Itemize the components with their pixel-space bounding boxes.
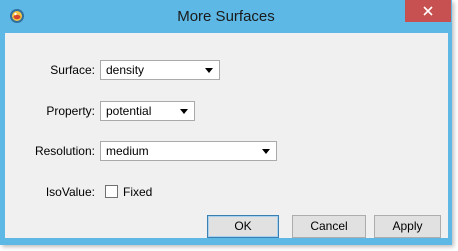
resolution-select-value: medium bbox=[106, 144, 149, 158]
apply-button[interactable]: Apply bbox=[374, 215, 441, 238]
dialog-body: Surface: density Property: potential Res… bbox=[5, 33, 448, 238]
title-bar[interactable]: More Surfaces bbox=[0, 0, 452, 33]
close-icon bbox=[423, 6, 433, 16]
ok-button[interactable]: OK bbox=[207, 215, 279, 238]
chevron-down-icon bbox=[205, 68, 213, 73]
chevron-down-icon bbox=[180, 109, 188, 114]
close-button[interactable] bbox=[405, 0, 451, 22]
fixed-checkbox-label[interactable]: Fixed bbox=[123, 184, 152, 200]
property-select-value: potential bbox=[106, 104, 152, 118]
fixed-checkbox[interactable] bbox=[105, 185, 118, 198]
chevron-down-icon bbox=[262, 149, 270, 154]
resolution-label: Resolution: bbox=[34, 144, 95, 158]
more-surfaces-dialog: More Surfaces Surface: density Property:… bbox=[0, 0, 452, 245]
surface-select-value: density bbox=[106, 63, 145, 77]
surface-label: Surface: bbox=[50, 63, 95, 77]
isovalue-label: IsoValue: bbox=[45, 185, 95, 199]
cancel-button[interactable]: Cancel bbox=[292, 215, 366, 238]
resolution-select[interactable]: medium bbox=[100, 141, 277, 161]
window-title: More Surfaces bbox=[177, 8, 275, 25]
property-label: Property: bbox=[46, 104, 95, 118]
surface-select[interactable]: density bbox=[100, 60, 220, 80]
property-select[interactable]: potential bbox=[100, 101, 195, 121]
